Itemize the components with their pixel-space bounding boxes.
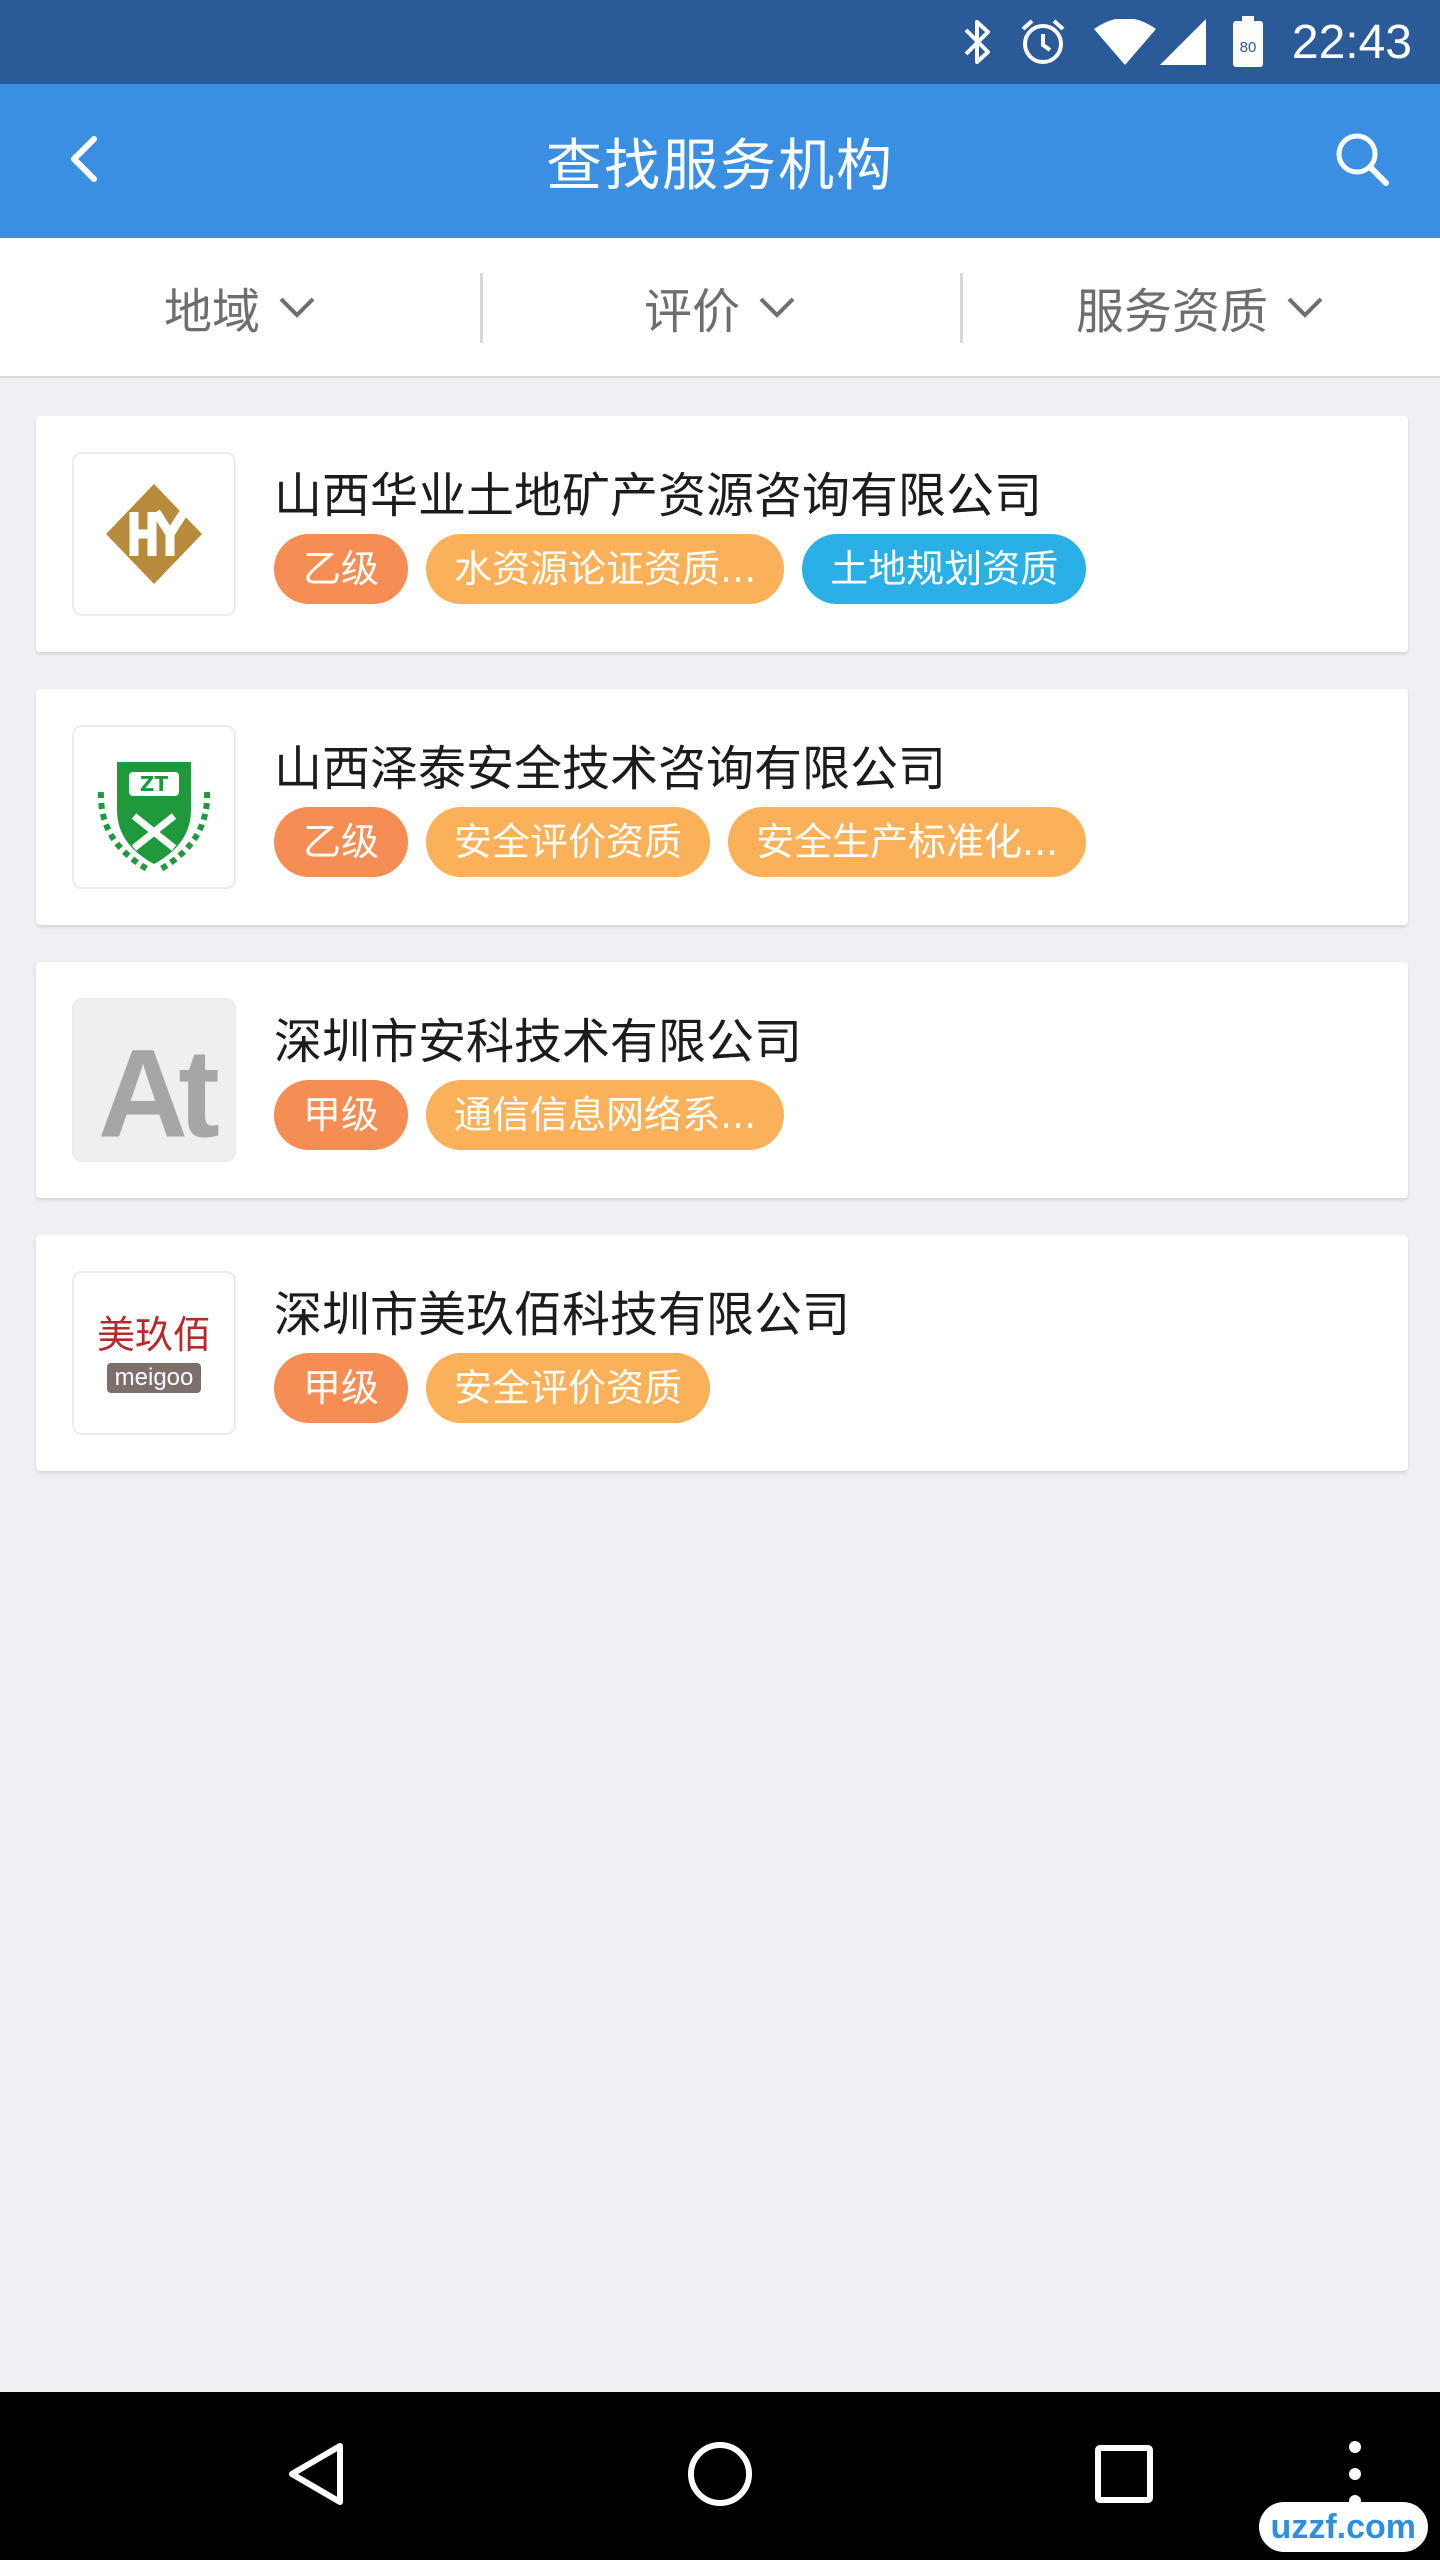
filter-label: 地域 xyxy=(163,284,260,340)
signal-icon xyxy=(1159,19,1206,65)
search-icon xyxy=(1332,129,1392,193)
wifi-icon xyxy=(1093,19,1156,65)
company-logo: ZT xyxy=(72,725,236,889)
navigation-bar: uzzf.com xyxy=(0,2392,1440,2560)
organization-list: 山西华业土地矿产资源咨询有限公司 乙级 水资源论证资质... 土地规划资质 ZT… xyxy=(36,416,1408,1508)
logo-text: 美玖佰 xyxy=(96,1313,211,1357)
grade-badge: 甲级 xyxy=(274,1080,408,1150)
alarm-icon xyxy=(1018,17,1068,67)
list-item[interactable]: At 深圳市安科技术有限公司 甲级 通信信息网络系... xyxy=(36,962,1408,1198)
search-button[interactable] xyxy=(1322,121,1402,201)
logo-subtext: meigoo xyxy=(106,1363,202,1393)
battery-icon: 80 xyxy=(1232,16,1264,68)
status-bar: 80 22:43 xyxy=(0,0,1440,84)
filter-region[interactable]: 地域 xyxy=(0,237,480,377)
nav-home-button[interactable] xyxy=(680,2436,760,2516)
qualification-tag: 通信信息网络系... xyxy=(426,1080,785,1150)
qualification-tag: 水资源论证资质... xyxy=(426,534,785,604)
company-name: 山西华业土地矿产资源咨询有限公司 xyxy=(274,468,1043,524)
company-name: 深圳市安科技术有限公司 xyxy=(274,1014,803,1070)
filter-qualification[interactable]: 服务资质 xyxy=(960,237,1440,377)
company-name: 深圳市美玖佰科技有限公司 xyxy=(274,1287,851,1343)
clock-time: 22:43 xyxy=(1291,15,1412,69)
filter-bar: 地域 评价 服务资质 xyxy=(0,238,1440,378)
svg-text:ZT: ZT xyxy=(140,772,169,796)
recents-square-icon xyxy=(1094,2444,1154,2508)
chevron-down-icon xyxy=(278,295,316,319)
chevron-down-icon xyxy=(758,295,796,319)
watermark-logo: uzzf.com xyxy=(1258,2502,1428,2552)
grade-badge: 乙级 xyxy=(274,807,408,877)
company-logo: At xyxy=(72,998,236,1162)
company-name: 山西泽泰安全技术咨询有限公司 xyxy=(274,741,947,797)
nav-recents-button[interactable] xyxy=(1084,2436,1164,2516)
qualification-tag: 安全评价资质 xyxy=(426,1353,711,1423)
company-logo: 美玖佰 meigoo xyxy=(72,1271,236,1435)
grade-badge: 乙级 xyxy=(274,534,408,604)
app-header: 查找服务机构 xyxy=(0,84,1440,238)
nav-back-button[interactable] xyxy=(276,2436,356,2516)
qualification-tag: 安全生产标准化... xyxy=(728,807,1087,877)
tag-list: 乙级 安全评价资质 安全生产标准化... xyxy=(274,807,1104,877)
list-item[interactable]: 山西华业土地矿产资源咨询有限公司 乙级 水资源论证资质... 土地规划资质 xyxy=(36,416,1408,652)
home-circle-icon xyxy=(685,2439,755,2513)
filter-rating[interactable]: 评价 xyxy=(480,237,960,377)
chevron-left-icon xyxy=(64,131,104,191)
filter-label: 服务资质 xyxy=(1075,284,1268,340)
svg-text:80: 80 xyxy=(1240,39,1257,56)
chevron-down-icon xyxy=(1286,295,1324,319)
tag-list: 乙级 水资源论证资质... 土地规划资质 xyxy=(274,534,1104,604)
list-item[interactable]: ZT 山西泽泰安全技术咨询有限公司 乙级 安全评价资质 安全生产标准化... xyxy=(36,689,1408,925)
tag-list: 甲级 安全评价资质 xyxy=(274,1353,728,1423)
back-button[interactable] xyxy=(44,121,124,201)
svg-text:At: At xyxy=(98,1025,219,1162)
qualification-tag: 安全评价资质 xyxy=(426,807,711,877)
company-logo xyxy=(72,452,236,616)
back-triangle-icon xyxy=(284,2440,348,2512)
grade-badge: 甲级 xyxy=(274,1353,408,1423)
filter-label: 评价 xyxy=(643,284,740,340)
bluetooth-icon xyxy=(962,16,992,68)
tag-list: 甲级 通信信息网络系... xyxy=(274,1080,802,1150)
page-title: 查找服务机构 xyxy=(546,133,894,199)
qualification-tag: 土地规划资质 xyxy=(802,534,1087,604)
list-item[interactable]: 美玖佰 meigoo 深圳市美玖佰科技有限公司 甲级 安全评价资质 xyxy=(36,1235,1408,1471)
